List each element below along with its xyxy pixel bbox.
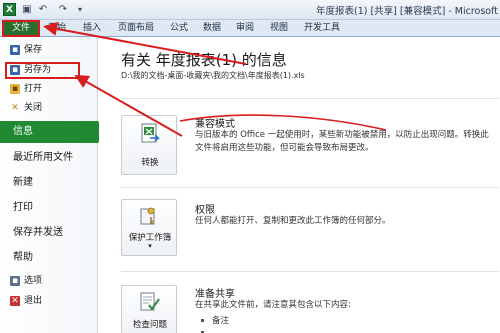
excel-app-icon[interactable]: X (3, 3, 16, 16)
qat-save-icon[interactable]: ▣ (20, 3, 34, 17)
nav-save[interactable]: ▪ 保存 (0, 42, 98, 58)
save-as-highlight (5, 62, 80, 79)
nav-options[interactable]: ▪ 选项 (0, 273, 98, 289)
lock-key-icon (140, 207, 155, 225)
nav-print[interactable]: 打印 (0, 197, 98, 219)
close-icon: ✕ (11, 103, 19, 113)
share-title: 准备共享 (195, 289, 235, 300)
check-issues-label: 检查问题 (132, 320, 167, 330)
check-document-icon (140, 292, 160, 311)
divider (121, 98, 499, 99)
tab-data[interactable]: 数据 (203, 20, 221, 37)
nav-info[interactable]: 信息 (0, 121, 106, 143)
file-path: D:\我的文档-桌面-收藏夹\我的文档\年度报表(1).xls (121, 71, 305, 80)
divider (121, 271, 499, 272)
nav-new[interactable]: 新建 (0, 172, 98, 194)
nav-help[interactable]: 帮助 (0, 247, 98, 269)
qat-redo-icon[interactable]: ↷ (56, 3, 70, 17)
qat-customize-icon[interactable]: ▾ (74, 3, 86, 17)
tab-insert[interactable]: 插入 (83, 20, 101, 37)
nav-exit[interactable]: ✕ 退出 (0, 293, 98, 309)
backstage-nav: ▪ 保存 ▪ 另存为 ▪ 打开 ✕ 关闭 信息 最近所用文件 新建 打印 保存并… (0, 37, 106, 333)
tab-formulas[interactable]: 公式 (170, 20, 188, 37)
convert-button-label: 转换 (141, 158, 159, 168)
check-issues-button[interactable]: 检查问题 (121, 285, 177, 333)
share-item-partial (195, 328, 212, 333)
options-icon: ▪ (10, 276, 20, 286)
excel-backstage-window: X ▣ ↶ ↷ ▾ 年度报表(1) [共享] [兼容模式] - Microsof… (0, 0, 500, 333)
protect-workbook-button[interactable]: 保护工作簿 ▾ (121, 199, 177, 256)
nav-save-label: 保存 (24, 45, 43, 55)
info-panel: 有关 年度报表(1) 的信息 D:\我的文档-桌面-收藏夹\我的文档\年度报表(… (99, 37, 500, 333)
permissions-desc: 任何人都能打开、复制和更改此工作簿的任何部分。 (195, 216, 391, 226)
tab-file[interactable]: 文件 (2, 20, 40, 37)
document-title: 年度报表(1) [共享] [兼容模式] - Microsoft (316, 6, 499, 17)
ribbon-tabs: 文件 开始 插入 页面布局 公式 数据 审阅 视图 开发工具 (0, 20, 500, 37)
share-desc: 在共享此文件前，请注意其包含以下内容: (195, 300, 351, 310)
nav-save-send[interactable]: 保存并发送 (0, 222, 98, 244)
title-bar: X ▣ ↶ ↷ ▾ 年度报表(1) [共享] [兼容模式] - Microsof… (0, 0, 500, 20)
exit-icon: ✕ (10, 296, 20, 306)
nav-recent[interactable]: 最近所用文件 (0, 147, 98, 169)
nav-open[interactable]: ▪ 打开 (0, 81, 98, 97)
share-item-label: 备注 (212, 316, 230, 326)
open-folder-icon: ▪ (10, 84, 20, 94)
page-title: 有关 年度报表(1) 的信息 (121, 51, 287, 69)
share-item: 备注 (195, 314, 229, 326)
compat-title: 兼容模式 (195, 119, 235, 130)
nav-options-label: 选项 (24, 276, 43, 286)
nav-open-label: 打开 (24, 84, 43, 94)
chevron-down-icon: ▾ (148, 242, 152, 250)
compat-desc: 与旧版本的 Office 一起使用时，某些新功能被禁用，以防止出现问题。转换此文… (195, 130, 489, 153)
tab-review[interactable]: 审阅 (236, 20, 254, 37)
convert-button[interactable]: 转换 (121, 115, 177, 175)
bullet-icon (201, 318, 204, 322)
tab-home[interactable]: 开始 (48, 20, 66, 37)
convert-icon (141, 123, 160, 143)
nav-exit-label: 退出 (24, 296, 43, 306)
nav-close-label: 关闭 (24, 103, 43, 113)
qat-undo-icon[interactable]: ↶ (36, 3, 50, 17)
divider (121, 187, 499, 188)
nav-close[interactable]: ✕ 关闭 (0, 100, 98, 116)
tab-page-layout[interactable]: 页面布局 (118, 20, 154, 37)
save-icon: ▪ (10, 45, 20, 55)
tab-view[interactable]: 视图 (270, 20, 288, 37)
permissions-title: 权限 (195, 205, 215, 216)
tab-developer[interactable]: 开发工具 (304, 20, 340, 37)
